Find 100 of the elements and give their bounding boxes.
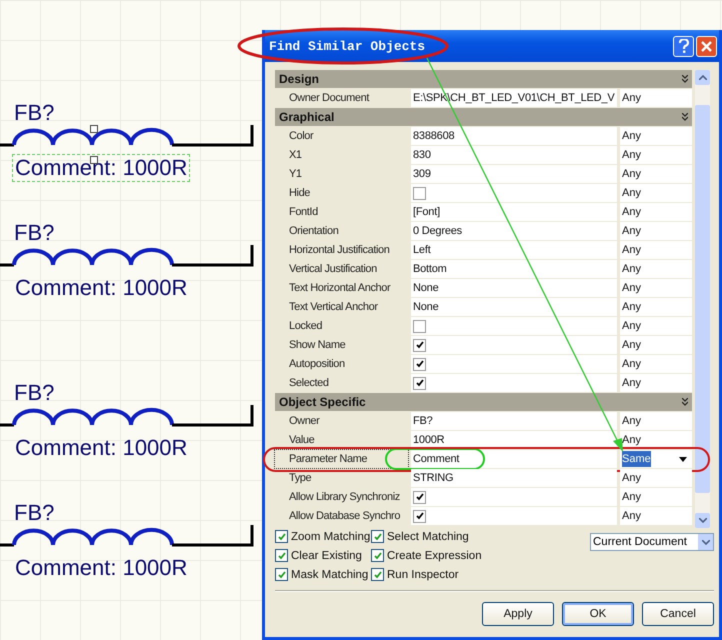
match-value: Any bbox=[622, 471, 641, 486]
option-checkbox[interactable]: Create Expression bbox=[371, 549, 482, 562]
match-value: Any bbox=[622, 433, 641, 448]
check-icon bbox=[416, 379, 424, 387]
match-field[interactable]: Any bbox=[620, 507, 692, 525]
selection-handle bbox=[90, 125, 98, 133]
match-value: Any bbox=[622, 414, 641, 429]
property-value: 0 Degrees bbox=[411, 222, 617, 240]
match-value: Any bbox=[622, 167, 641, 182]
property-value: 830 bbox=[411, 146, 617, 164]
dialog-button[interactable]: Apply bbox=[482, 602, 554, 626]
checkbox[interactable] bbox=[413, 376, 426, 390]
property-name: Value bbox=[288, 433, 316, 448]
checkbox[interactable] bbox=[413, 358, 426, 370]
match-value: Same bbox=[622, 451, 651, 467]
match-field[interactable]: Any bbox=[620, 298, 692, 316]
property-name: Vertical Justification bbox=[288, 262, 378, 277]
match-value: Any bbox=[622, 376, 641, 391]
check-icon bbox=[416, 341, 424, 349]
caret-icon bbox=[679, 456, 687, 462]
option-checkbox[interactable]: Zoom Matching bbox=[275, 530, 371, 543]
scope-dropdown[interactable]: Current Document bbox=[590, 533, 714, 551]
property-value: STRING bbox=[411, 469, 617, 487]
match-field[interactable]: Any bbox=[620, 222, 692, 240]
close-icon bbox=[701, 40, 712, 52]
dialog-button[interactable]: Cancel bbox=[642, 602, 714, 626]
match-field[interactable]: Any bbox=[620, 469, 692, 487]
property-name: Horizontal Justification bbox=[288, 243, 390, 258]
match-value: Any bbox=[622, 509, 641, 524]
option-checkbox[interactable]: Run Inspector bbox=[371, 568, 482, 581]
check-icon bbox=[374, 532, 382, 540]
comment-label: Comment: 1000R bbox=[14, 555, 188, 581]
match-field[interactable]: Any bbox=[620, 241, 692, 259]
property-name: Autoposition bbox=[288, 357, 346, 372]
match-field[interactable]: Any bbox=[620, 355, 692, 373]
match-field[interactable]: Any bbox=[620, 165, 692, 183]
checkbox[interactable] bbox=[413, 186, 426, 200]
section-title: Design bbox=[279, 72, 320, 86]
collapse-icon bbox=[682, 398, 688, 406]
match-field[interactable]: Any bbox=[620, 374, 692, 392]
section-header[interactable]: Object Specific bbox=[275, 393, 692, 412]
match-field[interactable]: Any bbox=[620, 412, 692, 430]
match-value: Any bbox=[622, 490, 641, 505]
collapse-icon bbox=[682, 113, 688, 121]
property-name: Parameter Name bbox=[275, 450, 408, 468]
match-field[interactable]: Any bbox=[620, 336, 692, 354]
match-field[interactable]: Any bbox=[620, 317, 692, 335]
section-title: Graphical bbox=[279, 110, 334, 124]
match-value: Any bbox=[622, 319, 641, 334]
match-field[interactable]: Any bbox=[620, 203, 692, 221]
property-name: Y1 bbox=[288, 167, 303, 182]
help-icon bbox=[678, 39, 688, 53]
match-value: Any bbox=[622, 338, 641, 353]
match-field[interactable]: Any bbox=[620, 127, 692, 145]
property-value: Bottom bbox=[411, 260, 617, 278]
comment-label: Comment: 1000R bbox=[14, 275, 188, 301]
match-field[interactable]: Any bbox=[620, 146, 692, 164]
match-value: Any bbox=[622, 205, 641, 220]
checkbox[interactable] bbox=[413, 320, 426, 332]
scrollbar[interactable] bbox=[695, 70, 710, 528]
match-value: Any bbox=[622, 357, 641, 372]
scroll-down-icon bbox=[698, 518, 706, 523]
match-field[interactable]: Same bbox=[620, 450, 692, 468]
property-value: 309 bbox=[411, 165, 617, 183]
option-checkbox[interactable]: Select Matching bbox=[371, 530, 482, 543]
property-name: Text Vertical Anchor bbox=[288, 300, 379, 315]
check-icon bbox=[278, 570, 286, 578]
check-icon bbox=[374, 552, 382, 560]
option-checkbox[interactable]: Mask Matching bbox=[275, 568, 371, 581]
checkbox[interactable] bbox=[413, 338, 426, 352]
property-name: Owner Document bbox=[288, 91, 370, 106]
checkbox[interactable] bbox=[413, 510, 426, 522]
comment-label: Comment: 1000R bbox=[14, 435, 188, 461]
match-field[interactable]: Any bbox=[620, 184, 692, 202]
property-value: 8388608 bbox=[411, 127, 617, 145]
designator-label: FB? bbox=[14, 500, 54, 526]
property-name: Selected bbox=[288, 376, 330, 391]
check-icon bbox=[278, 532, 286, 540]
check-icon bbox=[374, 570, 382, 578]
match-field[interactable]: Any bbox=[620, 260, 692, 278]
property-name: Allow Database Synchro bbox=[288, 509, 402, 524]
designator-label: FB? bbox=[14, 220, 54, 246]
designator-label: FB? bbox=[14, 380, 54, 406]
close-button[interactable] bbox=[696, 36, 717, 56]
option-checkbox[interactable]: Clear Existing bbox=[275, 549, 371, 562]
match-field[interactable]: Any bbox=[620, 488, 692, 506]
match-field[interactable]: Any bbox=[620, 89, 692, 107]
check-icon bbox=[416, 512, 424, 520]
match-field[interactable]: Any bbox=[620, 279, 692, 297]
help-button[interactable] bbox=[673, 36, 694, 56]
match-value: Any bbox=[622, 91, 641, 106]
section-header[interactable]: Design bbox=[275, 70, 692, 89]
match-value: Any bbox=[622, 129, 641, 144]
section-header[interactable]: Graphical bbox=[275, 108, 692, 127]
property-value: [Font] bbox=[411, 203, 617, 221]
dialog-button[interactable]: OK bbox=[562, 602, 634, 626]
property-name: Type bbox=[288, 471, 312, 486]
match-value: Any bbox=[622, 262, 641, 277]
checkbox[interactable] bbox=[413, 490, 426, 504]
property-name: Owner bbox=[288, 414, 321, 429]
